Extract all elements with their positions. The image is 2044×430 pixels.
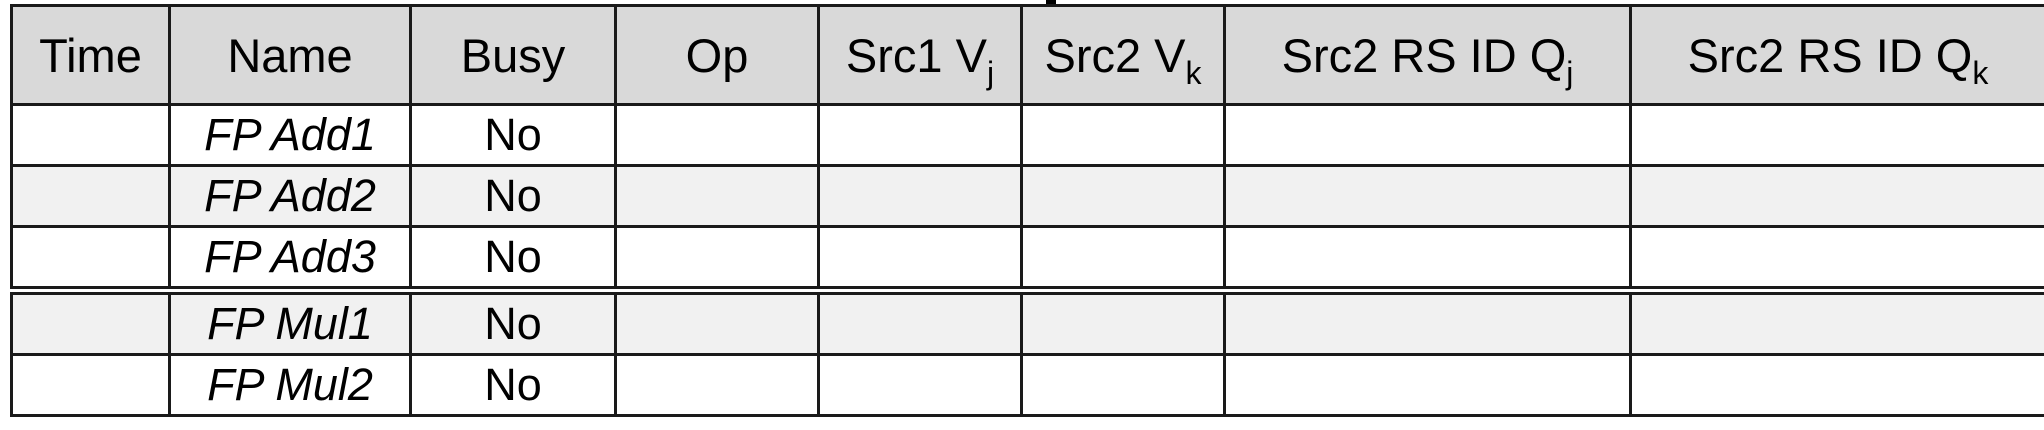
header-busy: Busy — [409, 4, 617, 106]
name-cell: FP Add1 — [168, 103, 412, 167]
vj-cell — [817, 164, 1023, 228]
table-row: FP Mul1 No — [10, 286, 2044, 356]
vk-cell — [1020, 103, 1226, 167]
name-cell: FP Mul2 — [168, 353, 412, 417]
busy-cell: No — [409, 103, 617, 167]
header-row: Time Name Busy Op Src1 Vj Src2 Vk Src2 R… — [10, 4, 2044, 106]
qj-cell — [1223, 286, 1632, 356]
time-cell — [10, 225, 171, 292]
table-row: FP Add3 No — [10, 225, 2044, 292]
name-cell: FP Mul1 — [168, 286, 412, 356]
header-src2-qj: Src2 RS ID Qj — [1223, 4, 1632, 106]
header-src1-vj: Src1 Vj — [817, 4, 1023, 106]
header-time: Time — [10, 4, 171, 106]
op-cell — [614, 286, 820, 356]
header-name: Name — [168, 4, 412, 106]
qj-cell — [1223, 225, 1632, 292]
header-op: Op — [614, 4, 820, 106]
time-cell — [10, 103, 171, 167]
table-row: FP Mul2 No — [10, 353, 2044, 417]
qj-cell — [1223, 103, 1632, 167]
vk-cell — [1020, 286, 1226, 356]
time-cell — [10, 286, 171, 356]
qk-cell — [1629, 353, 2044, 417]
table-row: FP Add2 No — [10, 164, 2044, 228]
busy-cell: No — [409, 164, 617, 228]
busy-cell: No — [409, 286, 617, 356]
header-src2-vk: Src2 Vk — [1020, 4, 1226, 106]
vj-cell — [817, 103, 1023, 167]
name-cell: FP Add2 — [168, 164, 412, 228]
reservation-station-table: Time Name Busy Op Src1 Vj Src2 Vk Src2 R… — [10, 4, 2044, 417]
busy-cell: No — [409, 225, 617, 292]
name-cell: FP Add3 — [168, 225, 412, 292]
vk-cell — [1020, 353, 1226, 417]
header-src2-qk: Src2 RS ID Qk — [1629, 4, 2044, 106]
time-cell — [10, 353, 171, 417]
vj-cell — [817, 353, 1023, 417]
table-row: FP Add1 No — [10, 103, 2044, 167]
op-cell — [614, 164, 820, 228]
qk-cell — [1629, 225, 2044, 292]
vk-cell — [1020, 164, 1226, 228]
qj-cell — [1223, 164, 1632, 228]
op-cell — [614, 225, 820, 292]
vj-cell — [817, 225, 1023, 292]
qj-cell — [1223, 353, 1632, 417]
qk-cell — [1629, 164, 2044, 228]
busy-cell: No — [409, 353, 617, 417]
qk-cell — [1629, 286, 2044, 356]
time-cell — [10, 164, 171, 228]
vj-cell — [817, 286, 1023, 356]
qk-cell — [1629, 103, 2044, 167]
vk-cell — [1020, 225, 1226, 292]
op-cell — [614, 353, 820, 417]
op-cell — [614, 103, 820, 167]
